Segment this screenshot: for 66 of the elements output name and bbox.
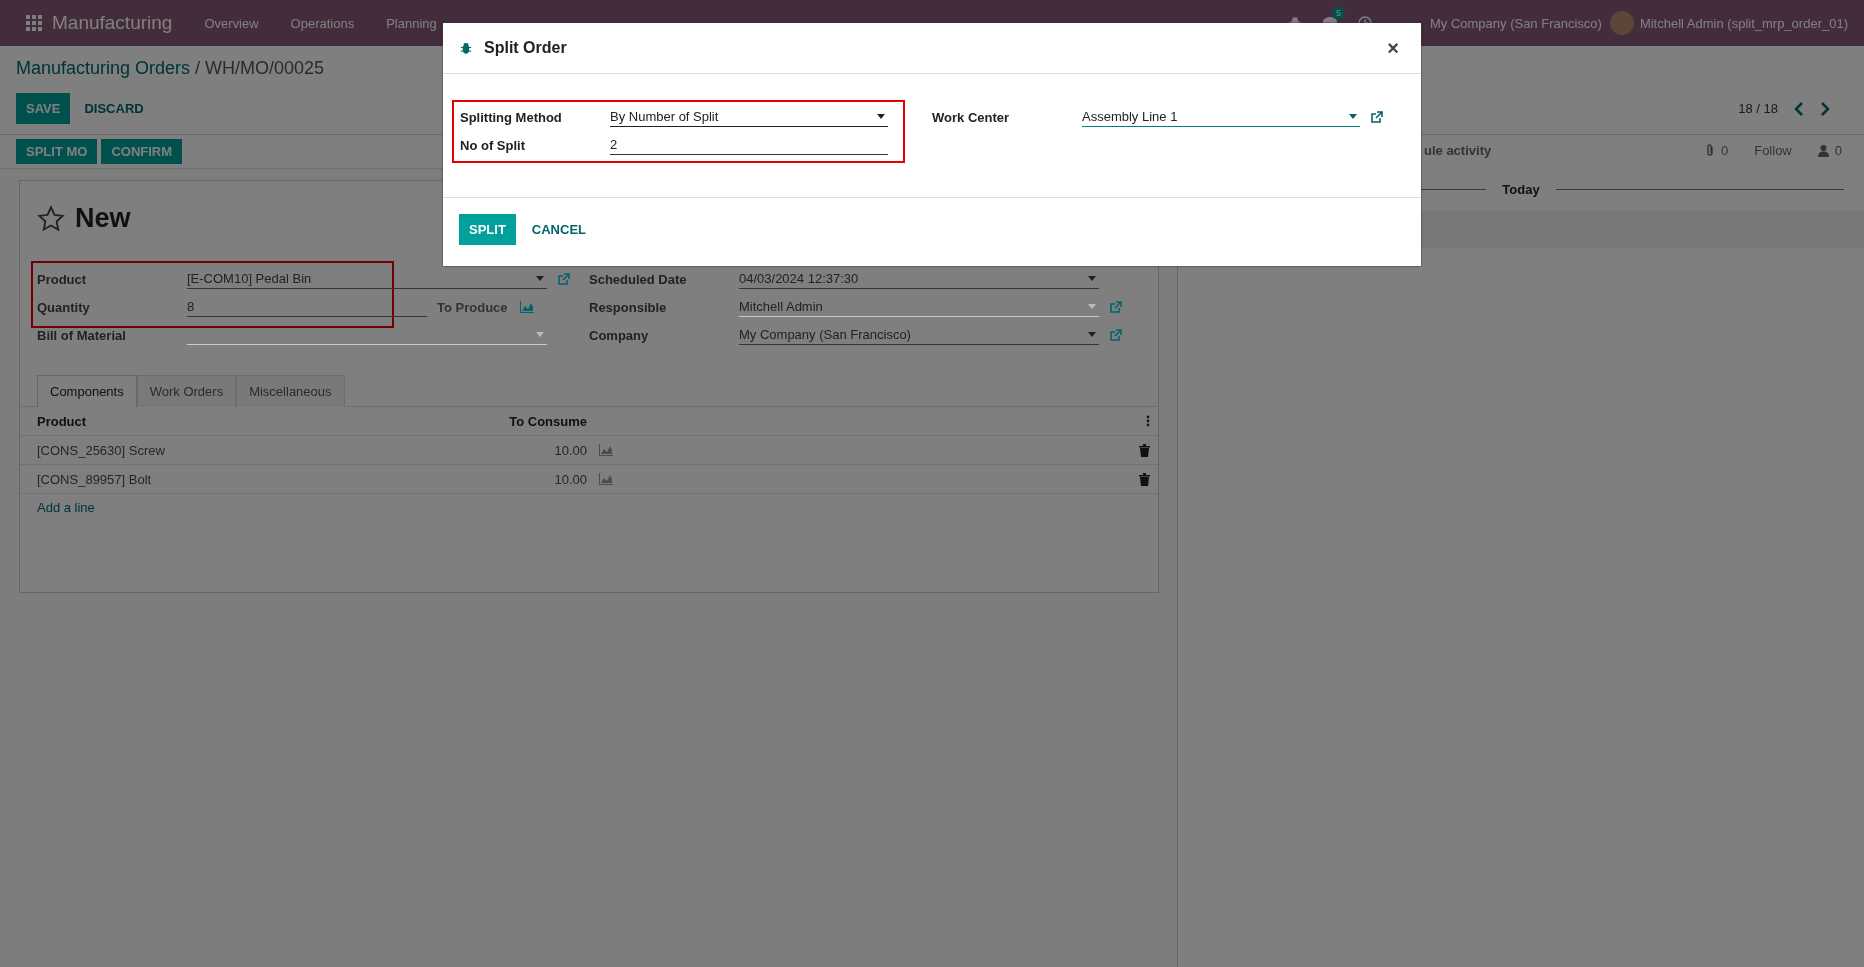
notebook-tab[interactable]: Work Orders [136,375,237,407]
table-cell-text: [CONS_25630] Screw [37,442,166,458]
add-line-link[interactable]: Add a line [20,494,1158,521]
notebook-tab[interactable]: Components [37,375,137,407]
field-label: Work Center [932,109,1011,125]
apps-menu-icon[interactable] [26,15,42,31]
area-chart-icon[interactable] [599,473,613,485]
field-label: Responsible [589,299,668,315]
pager-counter: 18 / 18 [1738,101,1778,116]
field-label: Product [37,271,88,287]
quantity-field[interactable]: 8 [187,297,427,317]
select-field[interactable]: Assembly Line 1 [1082,107,1360,127]
close-button[interactable]: × [1381,35,1405,61]
field-label: Scheduled Date [589,271,688,287]
table-cell-text: 10.00 [553,442,587,458]
breadcrumb-current: WH/MO/00025 [205,58,325,79]
field-label: Company [589,327,650,343]
dialog-button[interactable]: CANCEL [521,214,596,245]
select-field[interactable]: 04/03/2024 12:37:30 [739,269,1099,289]
area-chart-icon[interactable] [599,444,613,456]
dialog-button[interactable]: SPLIT [459,214,516,245]
select-field[interactable]: [E-COM10] Pedal Bin [187,269,547,289]
company-switcher[interactable]: My Company (San Francisco) [1429,15,1602,31]
paperclip-icon[interactable] [1704,144,1715,157]
app-name[interactable]: Manufacturing [52,12,173,34]
breadcrumb-link[interactable]: Manufacturing Orders [16,58,191,79]
field-label: Splitting Method [460,109,563,125]
select-field[interactable]: My Company (San Francisco) [739,325,1099,345]
table-cell-text: [CONS_89957] Bolt [37,471,153,487]
next-icon[interactable] [1820,101,1830,116]
field-label: Quantity [37,299,91,315]
menu-item[interactable]: Overview [188,15,275,31]
status-action-button[interactable]: CONFIRM [101,139,183,164]
star-icon[interactable] [37,204,65,233]
external-link-icon[interactable] [1370,110,1383,124]
record-title: New [75,203,131,234]
bug-icon [460,42,472,54]
message-count-badge: 5 [1331,7,1345,19]
dialog-title: Split Order [484,39,567,57]
attachment-count[interactable]: 0 [1720,143,1729,158]
schedule-activity-link[interactable]: ule activity [1424,143,1492,158]
field-label: No of Split [460,137,526,153]
options-icon[interactable] [1146,415,1150,427]
table-cell-text: 10.00 [553,471,587,487]
follow-button[interactable]: Follow [1754,143,1792,158]
user-menu[interactable]: Mitchell Admin (split_mrp_order_01) [1639,15,1848,31]
column-header[interactable]: Product [37,413,437,429]
caret-icon[interactable] [1349,114,1357,119]
input-field[interactable]: 2 [610,135,888,155]
previous-icon[interactable] [1794,101,1804,116]
field-label: Bill of Material [37,327,127,343]
menu-item[interactable]: Operations [274,15,371,31]
trash-icon[interactable] [1139,472,1150,486]
notebook-tab[interactable]: Miscellaneous [236,375,345,407]
column-header[interactable]: To Consume [437,413,587,429]
status-action-button[interactable]: SPLIT MO [16,139,98,164]
caret-icon[interactable] [877,114,885,119]
user-icon[interactable] [1817,144,1829,157]
form-action-button[interactable]: DISCARD [74,93,154,124]
field-label: To Produce [437,299,508,315]
form-action-button[interactable]: SAVE [16,93,71,124]
breadcrumb-separator: / [195,58,201,79]
select-field[interactable]: By Number of Split [610,107,888,127]
trash-icon[interactable] [1139,443,1150,457]
date-separator: Today [1502,182,1540,197]
follower-count[interactable]: 0 [1834,143,1842,158]
